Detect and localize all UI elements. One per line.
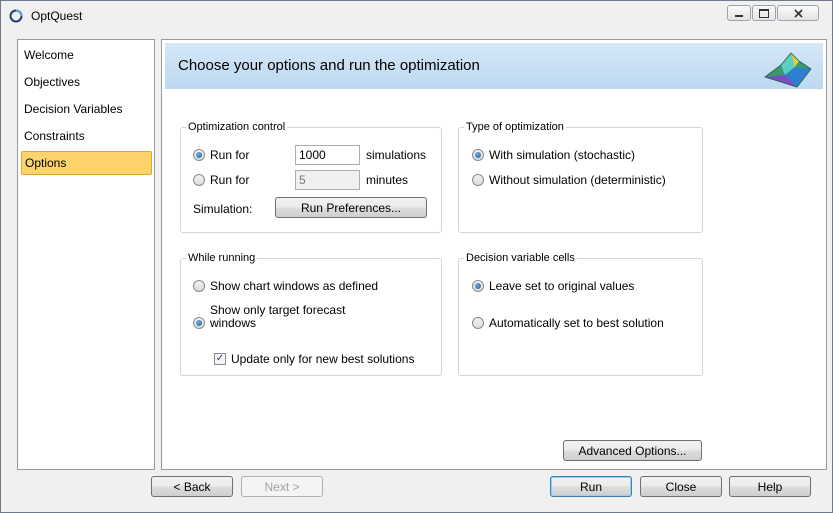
page-title: Choose your options and run the optimiza…: [178, 57, 480, 74]
advanced-options-button[interactable]: Advanced Options...: [563, 440, 702, 461]
type-of-optimization-group: Type of optimization With simulation (st…: [458, 121, 703, 233]
with-simulation-label: With simulation (stochastic): [489, 148, 636, 162]
sidebar-item-welcome[interactable]: Welcome: [21, 43, 152, 67]
leave-set-radio[interactable]: [472, 280, 484, 292]
minutes-input[interactable]: [295, 170, 360, 190]
decision-variable-cells-group: Decision variable cells Leave set to ori…: [458, 252, 703, 376]
sidebar-item-options[interactable]: Options: [21, 151, 152, 175]
optquest-window: OptQuest Welcome Objectives Decision Var…: [0, 0, 833, 513]
close-icon: [793, 8, 803, 18]
update-only-checkbox[interactable]: ✓: [214, 353, 226, 365]
navigation-sidebar: Welcome Objectives Decision Variables Co…: [17, 39, 155, 470]
simulations-input[interactable]: [295, 145, 360, 165]
help-button[interactable]: Help: [729, 476, 811, 497]
leave-set-label: Leave set to original values: [489, 279, 635, 293]
type-of-optimization-legend: Type of optimization: [466, 121, 564, 133]
sidebar-item-constraints[interactable]: Constraints: [21, 124, 152, 148]
panel-header: Choose your options and run the optimiza…: [165, 43, 823, 89]
title-bar[interactable]: OptQuest: [1, 1, 832, 31]
back-button[interactable]: < Back: [151, 476, 233, 497]
without-simulation-radio[interactable]: [472, 174, 484, 186]
optimization-control-group: Optimization control Run for simulations…: [180, 121, 442, 233]
close-window-button[interactable]: [777, 5, 819, 21]
while-running-group: While running Show chart windows as defi…: [180, 252, 442, 376]
without-simulation-label: Without simulation (deterministic): [489, 173, 666, 187]
auto-set-radio[interactable]: [472, 317, 484, 329]
close-button[interactable]: Close: [640, 476, 722, 497]
simulation-label: Simulation:: [193, 202, 253, 216]
auto-set-label: Automatically set to best solution: [489, 316, 664, 330]
next-button[interactable]: Next >: [241, 476, 323, 497]
decision-variable-cells-legend: Decision variable cells: [466, 252, 575, 264]
maximize-button[interactable]: [752, 5, 776, 21]
options-panel: Choose your options and run the optimiza…: [161, 39, 827, 470]
minimize-button[interactable]: [727, 5, 751, 21]
with-simulation-radio[interactable]: [472, 149, 484, 161]
simulations-unit-label: simulations: [366, 148, 427, 162]
restore-icon: [759, 8, 769, 18]
show-target-forecast-radio[interactable]: [193, 317, 205, 329]
minutes-unit-label: minutes: [366, 173, 409, 187]
update-only-label: Update only for new best solutions: [231, 352, 415, 366]
show-chart-windows-label: Show chart windows as defined: [210, 279, 379, 293]
show-target-forecast-label: Show only target forecast windows: [210, 303, 346, 330]
show-chart-windows-radio[interactable]: [193, 280, 205, 292]
while-running-legend: While running: [188, 252, 256, 264]
run-for-minutes-radio[interactable]: [193, 174, 205, 186]
sidebar-item-decision-variables[interactable]: Decision Variables: [21, 97, 152, 121]
minimize-icon: [735, 15, 743, 17]
surface-plot-logo-icon: [764, 52, 812, 88]
optimization-control-legend: Optimization control: [188, 121, 286, 133]
window-title: OptQuest: [31, 9, 83, 23]
run-preferences-button[interactable]: Run Preferences...: [275, 197, 427, 218]
sidebar-item-objectives[interactable]: Objectives: [21, 70, 152, 94]
run-for-simulations-radio[interactable]: [193, 149, 205, 161]
run-button[interactable]: Run: [550, 476, 632, 497]
run-for-minutes-label: Run for: [210, 173, 250, 187]
optquest-logo-icon: [9, 9, 23, 23]
run-for-simulations-label: Run for: [210, 148, 250, 162]
